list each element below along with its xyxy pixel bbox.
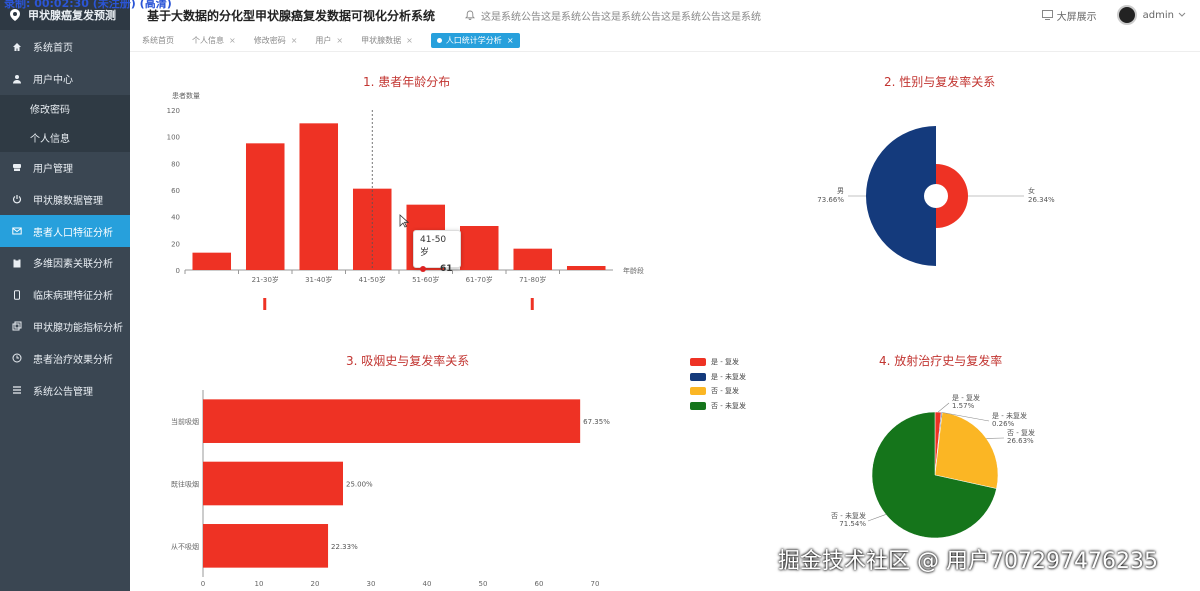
bar bbox=[513, 248, 553, 270]
pie-slice-female bbox=[936, 164, 968, 228]
x-tick-label: 21-30岁 bbox=[252, 275, 279, 284]
age-distribution-chart: 02040608010012021-30岁 31-40岁 41-50岁 51-60岁 6… bbox=[167, 107, 1055, 588]
datazoom-handle-right bbox=[530, 298, 534, 310]
x-tick-label: 50 bbox=[479, 580, 488, 588]
label-line bbox=[937, 402, 950, 413]
legend-label: 是 - 未复发 bbox=[711, 372, 746, 381]
x-tick-label: 71-80岁 bbox=[519, 275, 546, 284]
tooltip-value: 61 bbox=[440, 264, 453, 274]
x-tick-label: 20 bbox=[311, 580, 320, 588]
y-tick-label: 80 bbox=[171, 160, 180, 168]
y-tick-label: 120 bbox=[167, 107, 180, 115]
pie-label: 是 - 未复发 bbox=[992, 411, 1027, 420]
x-tick-label: 61-70岁 bbox=[466, 275, 493, 284]
legend-label: 否 - 未复发 bbox=[711, 401, 746, 410]
legend-swatch bbox=[690, 372, 706, 381]
pie-label: 否 - 复发 bbox=[1007, 428, 1035, 437]
y-tick-label: 60 bbox=[171, 187, 180, 195]
legend-item[interactable]: 是 - 未复发 bbox=[690, 370, 746, 385]
chart-tooltip: 41-50岁 61 bbox=[413, 230, 461, 274]
watermark: 掘金技术社区 @ 用户707297476235 bbox=[778, 549, 1158, 574]
legend-label: 否 - 复发 bbox=[711, 387, 739, 396]
x-tick-label: 70 bbox=[591, 580, 600, 588]
hbar-value-label: 25.00% bbox=[346, 481, 373, 489]
pie-pct: 0.26% bbox=[992, 420, 1015, 428]
y-tick-label: 20 bbox=[171, 240, 180, 248]
y-tick-label: 从不吸烟 bbox=[171, 542, 199, 551]
bar bbox=[192, 252, 232, 270]
x-tick-label: 40 bbox=[423, 580, 432, 588]
pie-pct: 26.63% bbox=[1007, 437, 1034, 445]
legend-item[interactable]: 是 - 复发 bbox=[690, 355, 746, 370]
datazoom-handle-left bbox=[263, 298, 267, 310]
x-tick-label: 10 bbox=[255, 580, 264, 588]
hbar bbox=[203, 461, 343, 506]
y-tick-label: 40 bbox=[171, 214, 180, 222]
y-tick-label: 既往吸烟 bbox=[171, 480, 199, 489]
hbar-value-label: 67.35% bbox=[583, 418, 610, 426]
legend-swatch bbox=[690, 387, 706, 396]
pie-pct: 1.57% bbox=[952, 402, 975, 410]
y-tick-label: 0 bbox=[176, 267, 180, 275]
pie-label: 否 - 未复发 bbox=[831, 511, 866, 520]
hbar-value-label: 22.33% bbox=[331, 543, 358, 551]
y-tick-label: 当前吸烟 bbox=[171, 417, 199, 426]
x-tick-label: 31-40岁 bbox=[305, 275, 332, 284]
legend-item[interactable]: 否 - 复发 bbox=[690, 384, 746, 399]
legend-label: 是 - 复发 bbox=[711, 358, 739, 367]
bar bbox=[299, 123, 339, 270]
tooltip-label: 41-50岁 bbox=[420, 235, 447, 258]
pie-label: 男 bbox=[837, 187, 844, 195]
legend-swatch bbox=[690, 358, 706, 367]
pie-label: 女 bbox=[1028, 186, 1035, 195]
hbar bbox=[203, 524, 329, 568]
bar bbox=[566, 266, 606, 270]
mouse-cursor-icon bbox=[399, 214, 409, 228]
pie-pct: 73.66% bbox=[817, 196, 844, 204]
x-tick-label: 0 bbox=[201, 580, 205, 588]
tooltip-dot bbox=[420, 266, 426, 272]
bar bbox=[352, 188, 392, 270]
pie-pct: 71.54% bbox=[839, 520, 866, 528]
bar bbox=[459, 226, 499, 270]
label-line bbox=[867, 514, 886, 522]
legend-swatch bbox=[690, 401, 706, 410]
chart4-legend: 是 - 复发是 - 未复发否 - 复发否 - 未复发 bbox=[690, 355, 746, 413]
pie-label: 是 - 复发 bbox=[952, 393, 980, 402]
x-tick-label: 41-50岁 bbox=[359, 275, 386, 284]
pie-pct: 26.34% bbox=[1028, 196, 1055, 204]
bar bbox=[245, 143, 285, 270]
y-tick-label: 100 bbox=[167, 134, 180, 142]
x-tick-label: 60 bbox=[535, 580, 544, 588]
hbar bbox=[203, 399, 581, 443]
legend-item[interactable]: 否 - 未复发 bbox=[690, 399, 746, 414]
x-tick-label: 51-60岁 bbox=[412, 275, 439, 284]
pie-slice-male bbox=[866, 126, 936, 266]
x-tick-label: 30 bbox=[367, 580, 376, 588]
